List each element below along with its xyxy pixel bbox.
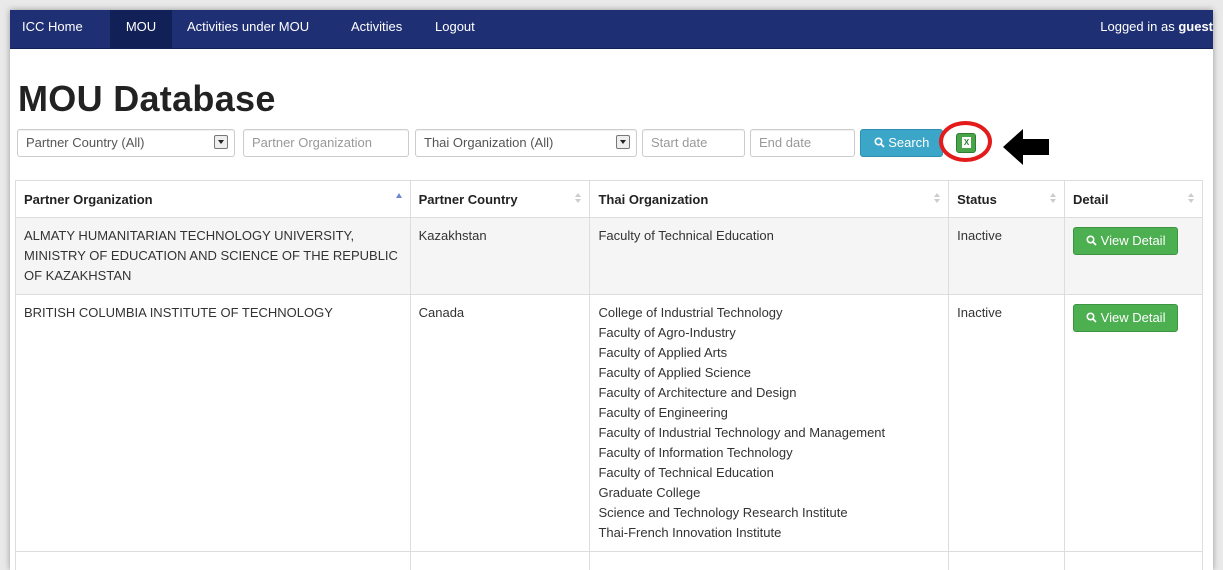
header-partner-organization[interactable]: Partner Organization (16, 181, 411, 218)
thai-org-item: Faculty of Information Technology (598, 443, 940, 463)
empty-cell (1065, 552, 1203, 570)
search-icon (874, 137, 885, 148)
nav-item-activities[interactable]: Activities (351, 10, 402, 48)
sort-asc-icon (396, 193, 402, 205)
empty-cell (16, 552, 411, 570)
logged-in-user: guest (1178, 19, 1213, 34)
thai-organization-cell: College of Industrial Technology Faculty… (590, 295, 949, 552)
table-row: BRITISH COLUMBIA INSTITUTE OF TECHNOLOGY… (16, 295, 1203, 552)
detail-cell: View Detail (1065, 295, 1203, 552)
view-detail-button[interactable]: View Detail (1073, 227, 1178, 255)
thai-org-item: Faculty of Engineering (598, 403, 940, 423)
view-detail-button[interactable]: View Detail (1073, 304, 1178, 332)
thai-org-item: Science and Technology Research Institut… (598, 503, 940, 523)
chevron-down-icon (214, 135, 228, 149)
header-thai-organization[interactable]: Thai Organization (590, 181, 949, 218)
header-detail[interactable]: Detail (1065, 181, 1203, 218)
search-icon (1086, 235, 1097, 246)
status-cell: Inactive (949, 295, 1065, 552)
highlight-circle (939, 121, 992, 162)
nav-item-mou[interactable]: MOU (110, 10, 172, 48)
header-status[interactable]: Status (949, 181, 1065, 218)
thai-org-item: Thai-French Innovation Institute (598, 523, 940, 543)
view-detail-label: View Detail (1101, 310, 1166, 325)
header-label: Thai Organization (598, 192, 708, 207)
partner-organization-cell: BRITISH COLUMBIA INSTITUTE OF TECHNOLOGY (16, 295, 411, 552)
left-arrow-icon (1003, 127, 1053, 167)
header-label: Partner Country (419, 192, 518, 207)
top-navbar: ICC Home MOU Activities under MOU Activi… (10, 10, 1213, 49)
header-label: Detail (1073, 192, 1108, 207)
logged-in-prefix: Logged in as (1100, 19, 1178, 34)
header-label: Partner Organization (24, 192, 153, 207)
thai-org-item: Graduate College (598, 483, 940, 503)
search-button-label: Search (888, 135, 929, 150)
thai-org-item: Faculty of Technical Education (598, 463, 940, 483)
table-row: ALMATY HUMANITARIAN TECHNOLOGY UNIVERSIT… (16, 218, 1203, 295)
thai-org-item: Faculty of Architecture and Design (598, 383, 940, 403)
nav-item-activities-under-mou[interactable]: Activities under MOU (187, 10, 309, 48)
partner-country-cell: Kazakhstan (410, 218, 590, 295)
nav-item-logout[interactable]: Logout (435, 10, 475, 48)
end-date-input[interactable]: End date (750, 129, 855, 157)
table-header-row: Partner Organization Partner Country Tha… (16, 181, 1203, 218)
search-button[interactable]: Search (860, 129, 943, 157)
thai-org-item: Faculty of Technical Education (598, 226, 940, 246)
thai-organization-value: Thai Organization (All) (424, 135, 553, 150)
sort-icon (1188, 193, 1194, 205)
view-detail-label: View Detail (1101, 233, 1166, 248)
thai-org-item: Faculty of Applied Science (598, 363, 940, 383)
mou-table: Partner Organization Partner Country Tha… (15, 180, 1203, 570)
status-cell: Inactive (949, 218, 1065, 295)
page-title: MOU Database (18, 78, 276, 120)
thai-org-item: Faculty of Agro-Industry (598, 323, 940, 343)
thai-org-item: Faculty of Applied Arts (598, 343, 940, 363)
start-date-input[interactable]: Start date (642, 129, 745, 157)
thai-organization-select[interactable]: Thai Organization (All) (415, 129, 637, 157)
thai-organization-cell: Faculty of Technical Education (590, 218, 949, 295)
partner-organization-input[interactable]: Partner Organization (243, 129, 409, 157)
partner-country-value: Partner Country (All) (26, 135, 144, 150)
page: ICC Home MOU Activities under MOU Activi… (10, 10, 1213, 570)
header-partner-country[interactable]: Partner Country (410, 181, 590, 218)
empty-cell (949, 552, 1065, 570)
table-row (16, 552, 1203, 570)
thai-org-item: College of Industrial Technology (598, 303, 940, 323)
detail-cell: View Detail (1065, 218, 1203, 295)
thai-org-item: Faculty of Industrial Technology and Man… (598, 423, 940, 443)
header-label: Status (957, 192, 997, 207)
search-icon (1086, 312, 1097, 323)
chevron-down-icon (616, 135, 630, 149)
partner-country-cell: Canada (410, 295, 590, 552)
empty-cell (590, 552, 949, 570)
sort-icon (934, 193, 940, 205)
partner-country-select[interactable]: Partner Country (All) (17, 129, 235, 157)
empty-cell (410, 552, 590, 570)
sort-icon (575, 193, 581, 205)
sort-icon (1050, 193, 1056, 205)
logged-in-status: Logged in as guest (1100, 10, 1213, 48)
nav-item-icc-home[interactable]: ICC Home (22, 10, 83, 48)
partner-organization-cell: ALMATY HUMANITARIAN TECHNOLOGY UNIVERSIT… (16, 218, 411, 295)
